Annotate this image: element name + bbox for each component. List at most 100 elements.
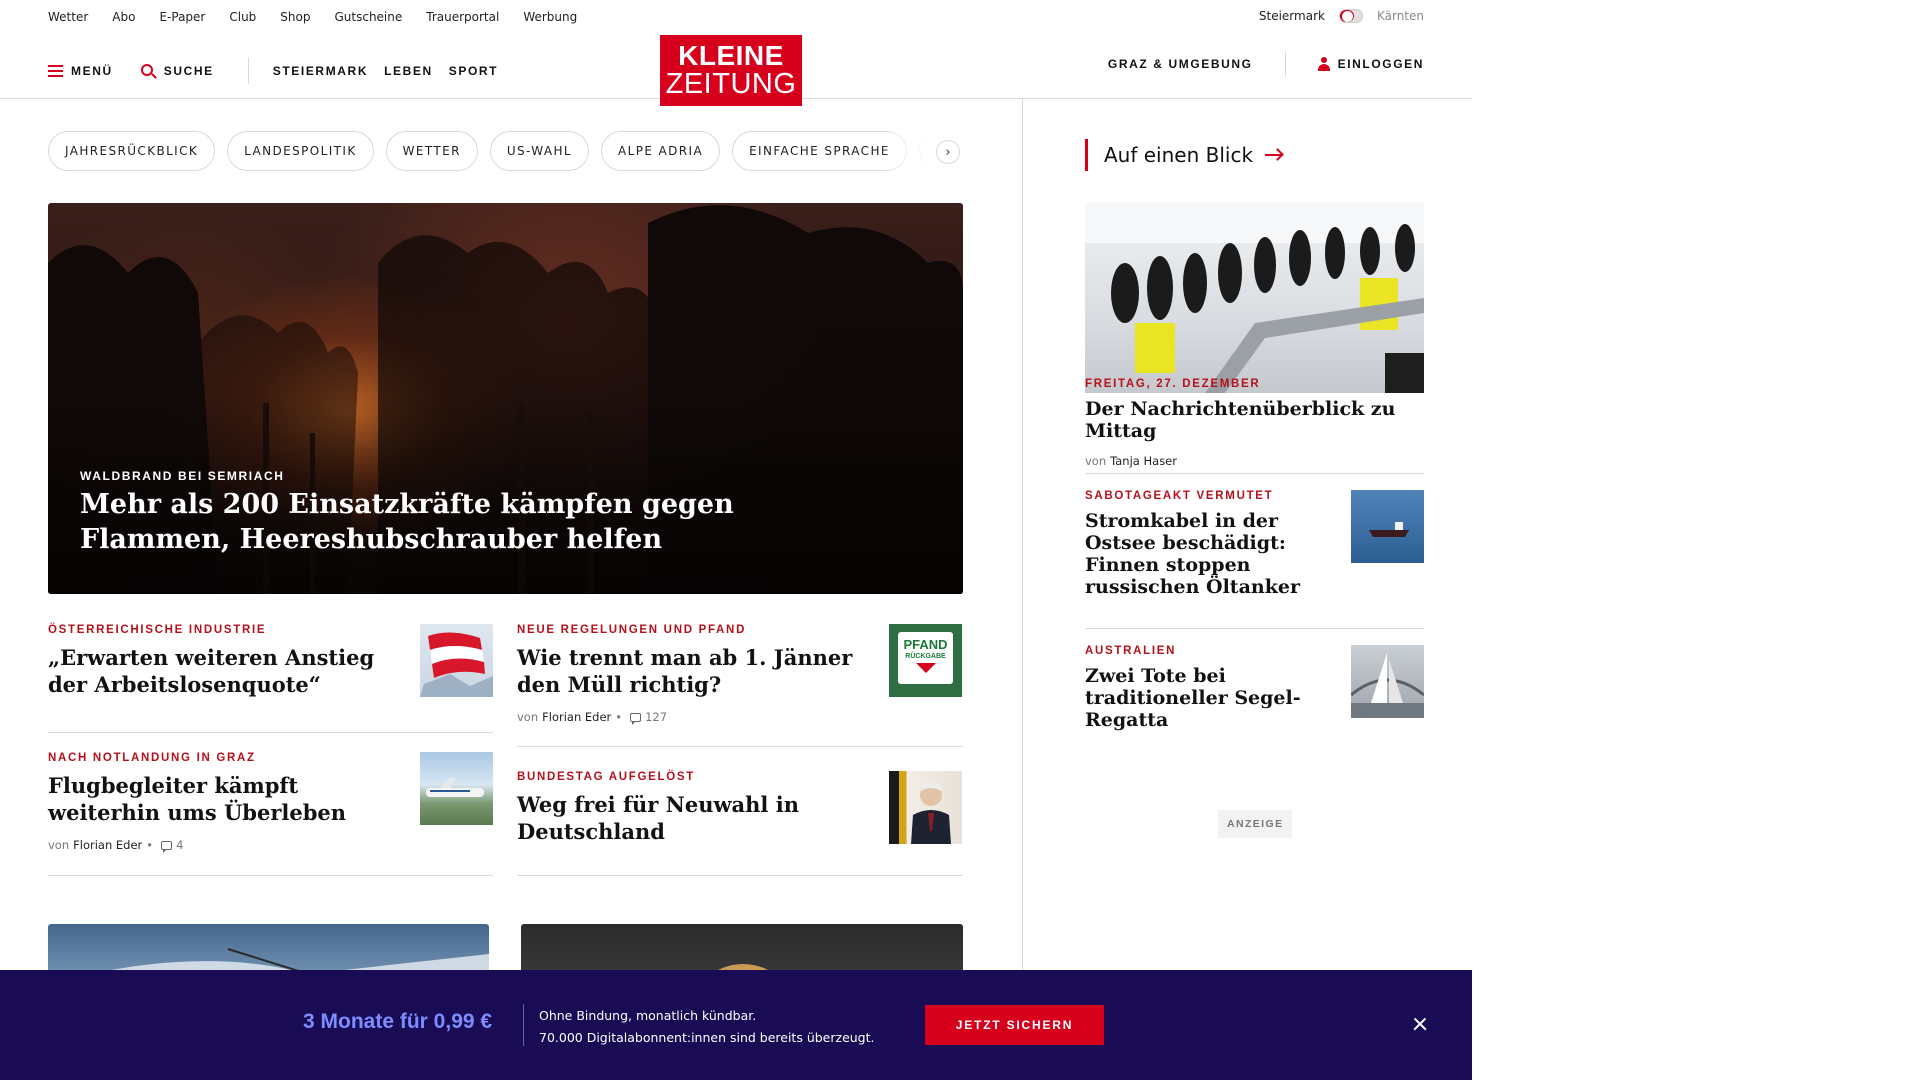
region-kaernten[interactable]: Kärnten xyxy=(1377,9,1424,23)
chip-landespolitik[interactable]: LANDESPOLITIK xyxy=(227,131,374,171)
sidebar-lead-image[interactable] xyxy=(1085,203,1424,393)
search-label: SUCHE xyxy=(163,64,214,78)
article-card[interactable]: BUNDESTAG AUFGELÖST Weg frei für Neuwahl… xyxy=(517,771,962,845)
article-title[interactable]: Flugbegleiter kämpft weiterhin ums Überl… xyxy=(48,772,393,826)
sidebar-lead-article[interactable]: FREITAG, 27. DEZEMBER Der Nachrichtenübe… xyxy=(1085,378,1424,468)
row-divider xyxy=(1085,473,1424,474)
author-link[interactable]: Florian Eder xyxy=(73,838,142,852)
toggle-knob xyxy=(1341,11,1353,22)
nav-divider xyxy=(247,58,249,84)
site-viewport: Wetter Abo E-Paper Club Shop Gutscheine … xyxy=(0,0,1472,1080)
nav-link-leben[interactable]: LEBEN xyxy=(384,64,433,78)
row-divider xyxy=(48,732,493,733)
user-icon xyxy=(1317,57,1330,71)
article-card[interactable]: ÖSTERREICHISCHE INDUSTRIE „Erwarten weit… xyxy=(48,624,493,698)
article-meta: von Florian Eder • 127 xyxy=(517,710,962,725)
hero-title[interactable]: Mehr als 200 Einsatzkräfte kämpfen gegen… xyxy=(80,487,780,557)
chip-jahresrueckblick[interactable]: JAHRESRÜCKBLICK xyxy=(48,131,216,171)
util-link-wetter[interactable]: Wetter xyxy=(48,10,88,24)
sidebar-heading-label: Auf einen Blick xyxy=(1104,143,1254,167)
pfand-sign: PFAND RÜCKGABE xyxy=(898,632,953,684)
article-card[interactable]: NACH NOTLANDUNG IN GRAZ Flugbegleiter kä… xyxy=(48,752,493,853)
util-link-epaper[interactable]: E-Paper xyxy=(159,10,205,24)
article-thumbnail: PFAND RÜCKGABE xyxy=(889,624,962,697)
airplane-image xyxy=(426,778,484,797)
row-divider xyxy=(517,746,963,747)
sidebar-article[interactable]: AUSTRALIEN Zwei Tote bei traditioneller … xyxy=(1085,645,1424,731)
nav-link-steiermark[interactable]: STEIERMARK xyxy=(273,64,368,78)
author-link[interactable]: Tanja Haser xyxy=(1110,454,1177,468)
article-card[interactable]: NEUE REGELUNGEN UND PFAND Wie trennt man… xyxy=(517,624,962,725)
util-link-gutscheine[interactable]: Gutscheine xyxy=(334,10,402,24)
nav-left: MENÜ SUCHE STEIERMARK LEBEN SPORT xyxy=(48,58,498,84)
util-link-club[interactable]: Club xyxy=(229,10,256,24)
chip-wetter[interactable]: WETTER xyxy=(385,131,478,171)
search-button[interactable]: SUCHE xyxy=(140,63,214,79)
promo-price: 3 Monate für 0,99 € xyxy=(303,1010,493,1033)
comment-icon xyxy=(161,840,173,853)
meta-separator: • xyxy=(615,710,623,724)
rueckgabe-text: RÜCKGABE xyxy=(905,653,946,660)
nav-link-graz[interactable]: GRAZ & UMGEBUNG xyxy=(1108,57,1253,71)
utility-bar: Wetter Abo E-Paper Club Shop Gutscheine … xyxy=(0,0,1472,34)
hero-article[interactable]: WALDBRAND BEI SEMRIACH Mehr als 200 Eins… xyxy=(48,203,963,594)
chevron-right-icon: › xyxy=(945,144,951,160)
search-icon xyxy=(140,63,157,79)
topic-chips: JAHRESRÜCKBLICK LANDESPOLITIK WETTER US-… xyxy=(48,131,963,171)
sidebar-lead-title[interactable]: Der Nachrichtenüberblick zu Mittag xyxy=(1085,398,1424,442)
row-divider xyxy=(1085,628,1424,629)
util-link-abo[interactable]: Abo xyxy=(112,10,135,24)
article-title[interactable]: Weg frei für Neuwahl in Deutschland xyxy=(517,791,862,845)
logo-line-2: ZEITUNG xyxy=(665,68,797,100)
logo-line-1: KLEINE xyxy=(678,40,784,71)
sailboat-image xyxy=(1351,653,1424,718)
byline-prefix: von xyxy=(517,710,539,724)
sidebar-lead-kicker: FREITAG, 27. DEZEMBER xyxy=(1085,378,1261,390)
sidebar-title[interactable]: Stromkabel in der Ostsee beschädigt: Fin… xyxy=(1085,510,1315,598)
comment-icon xyxy=(630,712,642,725)
article-title[interactable]: „Erwarten weiteren Anstieg der Arbeitslo… xyxy=(48,644,393,698)
tanker-image xyxy=(1369,522,1409,537)
airport-crowd-image xyxy=(1085,203,1424,393)
down-arrow-icon xyxy=(915,663,936,673)
meta-separator: • xyxy=(146,838,154,852)
sidebar-title[interactable]: Zwei Tote bei traditioneller Segel-Regat… xyxy=(1085,665,1315,731)
page-margin xyxy=(1472,0,1920,1080)
author-link[interactable]: Florian Eder xyxy=(542,710,611,724)
close-icon[interactable] xyxy=(1410,1014,1430,1034)
chip-scroll-right-button[interactable]: › xyxy=(936,140,960,164)
ad-label: ANZEIGE xyxy=(1218,810,1293,838)
menu-label: MENÜ xyxy=(71,64,113,78)
util-link-werbung[interactable]: Werbung xyxy=(523,10,577,24)
sidebar-thumbnail xyxy=(1351,645,1424,718)
region-toggle[interactable] xyxy=(1338,9,1363,23)
nav-link-sport[interactable]: SPORT xyxy=(449,64,498,78)
site-logo[interactable]: KLEINE ZEITUNG xyxy=(660,35,802,106)
row-divider xyxy=(517,875,963,876)
byline-prefix: von xyxy=(48,838,70,852)
arrow-right-icon xyxy=(1265,148,1284,161)
article-thumbnail xyxy=(420,624,493,697)
article-title[interactable]: Wie trennt man ab 1. Jänner den Müll ric… xyxy=(517,644,862,698)
utility-links: Wetter Abo E-Paper Club Shop Gutscheine … xyxy=(48,10,577,24)
menu-button[interactable]: MENÜ xyxy=(48,64,113,78)
comment-count[interactable]: 4 xyxy=(176,838,183,852)
promo-divider xyxy=(523,1004,524,1046)
sidebar-heading[interactable]: Auf einen Blick xyxy=(1085,139,1284,171)
column-divider xyxy=(1022,99,1023,989)
sidebar-thumbnail xyxy=(1351,490,1424,563)
comment-count[interactable]: 127 xyxy=(645,710,667,724)
sidebar-lead-meta: von Tanja Haser xyxy=(1085,454,1424,468)
row-divider xyxy=(48,875,493,876)
promo-text: Ohne Bindung, monatlich kündbar. 70.000 … xyxy=(539,1005,875,1049)
login-button[interactable]: EINLOGGEN xyxy=(1317,57,1424,71)
chip-alpe-adria[interactable]: ALPE ADRIA xyxy=(601,131,721,171)
util-link-shop[interactable]: Shop xyxy=(280,10,310,24)
util-link-trauerportal[interactable]: Trauerportal xyxy=(426,10,499,24)
region-switch: Steiermark Kärnten xyxy=(1259,9,1424,23)
sidebar-article[interactable]: SABOTAGEAKT VERMUTET Stromkabel in der O… xyxy=(1085,490,1424,598)
politician-image xyxy=(911,782,951,844)
region-steiermark[interactable]: Steiermark xyxy=(1259,9,1325,23)
chip-us-wahl[interactable]: US-WAHL xyxy=(489,131,589,171)
subscribe-button[interactable]: JETZT SICHERN xyxy=(925,1005,1104,1045)
